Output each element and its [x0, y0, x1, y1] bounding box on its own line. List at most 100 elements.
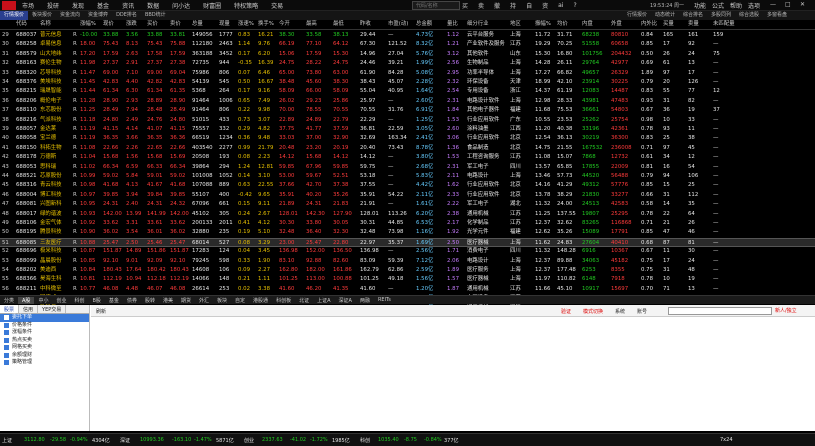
column-header[interactable]: 今开: [279, 20, 305, 29]
tab-credit[interactable]: 信用: [19, 305, 39, 313]
trade-tree-item[interactable]: 委托下单: [0, 314, 89, 322]
trade-tree-item[interactable]: 策略管理: [0, 359, 89, 367]
table-row[interactable]: 42 688178 万德斯 R 11.04 15.68 1.56 15.68 15.69 2050…: [0, 153, 815, 162]
minimize-icon[interactable]: —: [770, 1, 776, 8]
market-tab[interactable]: REITs: [374, 297, 395, 303]
table-row[interactable]: 29 688037 普元信息 R -10.00 33.88 3.56 33.88 33.81 14…: [0, 31, 815, 40]
table-row[interactable]: 36 688206 概伦电子 R 11.28 28.90 2.93 28.89 28.90 914…: [0, 97, 815, 106]
trade-tree-item[interactable]: 网格买卖: [0, 344, 89, 352]
column-header[interactable]: 量比: [447, 20, 465, 29]
table-row[interactable]: 37 688110 东芯股份 R 11.25 28.49 7.94 28.48 28.49 914…: [0, 106, 815, 115]
column-header[interactable]: 涨跌: [126, 20, 146, 29]
rtab-dynamic[interactable]: 动态统计: [655, 11, 675, 20]
trade-tree-item[interactable]: 热点买卖: [0, 337, 89, 345]
market-tab[interactable]: 上证A: [313, 297, 334, 304]
column-header[interactable]: 地区: [510, 20, 532, 29]
table-row[interactable]: 47 688081 兴图新科 R 10.95 24.31 2.40 24.31 24.32 670…: [0, 200, 815, 209]
tab-quote[interactable]: 行情报价: [0, 11, 29, 20]
market-tab[interactable]: 创业: [52, 297, 70, 304]
market-tab[interactable]: 北证: [295, 297, 313, 304]
menu-help[interactable]: 帮助: [730, 1, 742, 10]
rtab-quote[interactable]: 行情报价: [627, 11, 647, 20]
rtab-multi[interactable]: 多股同列: [711, 11, 731, 20]
maximize-icon[interactable]: □: [785, 1, 791, 8]
table-row[interactable]: 31 688579 山大地纬 R 17.20 17.59 2.63 17.58 17.59 363…: [0, 50, 815, 59]
column-header[interactable]: 细分行业: [467, 20, 507, 29]
table-row[interactable]: 34 688376 美埃科技 R 11.45 42.83 4.40 42.82 42.83 541…: [0, 78, 815, 87]
trade-tree-item[interactable]: 价格条件: [0, 322, 89, 330]
account-select[interactable]: [668, 307, 772, 315]
column-header[interactable]: 昨收: [360, 20, 386, 29]
menu-data[interactable]: 数据: [147, 1, 159, 10]
verify-link[interactable]: 验证: [561, 308, 571, 315]
table-row[interactable]: 44 688521 芯原股份 R 10.99 59.02 5.84 59.01 59.02 101…: [0, 172, 815, 181]
table-row[interactable]: 40 688058 宝兰德 R 11.19 36.35 3.66 36.35 36.36 6651…: [0, 134, 815, 143]
market-tab[interactable]: B股: [88, 297, 104, 304]
market-tab[interactable]: 科创板: [272, 297, 295, 304]
column-header[interactable]: 总量: [192, 20, 218, 29]
trade-tree-item[interactable]: 余额理财: [0, 352, 89, 360]
menu-formula[interactable]: 公式: [712, 1, 724, 10]
tab-stock[interactable]: 股票: [0, 305, 20, 313]
table-row[interactable]: 53 688099 晶晨股份 R 10.85 92.10 9.01 92.09 92.10 792…: [0, 257, 815, 266]
column-header[interactable]: 最低: [333, 20, 359, 29]
tab-sector[interactable]: 板块报价: [28, 11, 56, 20]
column-header[interactable]: 卖价: [170, 20, 192, 29]
table-row[interactable]: 35 688215 瑞晟智能 R 11.44 61.34 6.30 61.34 61.35 536…: [0, 87, 815, 96]
column-header[interactable]: 名称: [40, 20, 72, 29]
column-header[interactable]: 内盘: [582, 20, 610, 29]
column-header[interactable]: 现量: [219, 20, 237, 29]
table-row[interactable]: 52 688696 极米科技 R 10.87 151.87 14.89 151.86 151.8…: [0, 247, 815, 256]
table-row[interactable]: 48 688017 绿的谐波 R 10.93 142.00 13.99 141.99 142.0…: [0, 210, 815, 219]
column-header[interactable]: 最高: [306, 20, 332, 29]
menu-wealth[interactable]: 财富圈: [203, 1, 221, 10]
market-tab[interactable]: 股转: [141, 297, 159, 304]
market-tab[interactable]: 深证A: [335, 297, 356, 304]
market-tab[interactable]: 板块: [213, 297, 231, 304]
table-row[interactable]: 38 688216 气派科技 R 11.18 24.80 2.49 24.76 24.80 510…: [0, 116, 815, 125]
table-row[interactable]: 30 688258 卓易信息 R 18.00 75.43 8.13 75.43 75.88 112…: [0, 40, 815, 49]
market-tab[interactable]: 分类: [0, 297, 18, 304]
column-header[interactable]: 现价: [103, 20, 125, 29]
tab-fundgame[interactable]: 资金博弈: [84, 11, 112, 20]
market-tab[interactable]: 自定: [231, 297, 249, 304]
column-header[interactable]: 买价: [147, 20, 169, 29]
market-tab[interactable]: 期货: [177, 297, 195, 304]
column-header[interactable]: 外盘: [611, 20, 639, 29]
table-row[interactable]: 49 688106 金宏气体 R 10.92 33.62 3.31 33.61 33.62 200…: [0, 219, 815, 228]
system-link[interactable]: 系统: [615, 308, 625, 315]
new-user-link[interactable]: 新人/独立: [775, 307, 797, 314]
market-tab[interactable]: 外汇: [195, 297, 213, 304]
menu-trade[interactable]: 交易: [271, 1, 283, 10]
help-icon[interactable]: ?: [573, 2, 576, 9]
column-header[interactable]: 市盈(动): [388, 20, 416, 29]
table-row[interactable]: 50 688195 腾景科技 R 10.90 36.02 3.54 36.01 36.02 328…: [0, 228, 815, 237]
tab-yep[interactable]: YEP交易: [38, 305, 67, 313]
table-row[interactable]: 41 688150 科拓生物 R 11.08 22.66 2.26 22.65 22.66 403…: [0, 144, 815, 153]
table-row[interactable]: 43 688053 思科瑞 R 11.02 66.34 6.59 66.33 66.34 3986…: [0, 163, 815, 172]
trade-tree-item[interactable]: 涨幅条件: [0, 329, 89, 337]
table-row[interactable]: 55 688366 昊海生科 R 10.81 112.19 10.94 112.18 112.1…: [0, 275, 815, 284]
table-row[interactable]: 33 688320 芯导科技 R 11.47 69.00 7.10 69.00 69.04 759…: [0, 69, 815, 78]
tab-dde[interactable]: DDE排名: [112, 11, 141, 20]
column-header[interactable]: 代码: [16, 20, 40, 29]
column-header[interactable]: 内外比: [641, 20, 663, 29]
close-icon[interactable]: ✕: [800, 1, 805, 8]
status-item[interactable]: 7x24: [720, 437, 733, 443]
table-row[interactable]: 56 688211 中科微至 R 10.77 46.08 4.48 46.07 46.08 266…: [0, 285, 815, 294]
market-tab[interactable]: 科创: [70, 297, 88, 304]
column-header[interactable]: 涨速%: [238, 20, 258, 29]
menu-research[interactable]: 投研: [47, 1, 59, 10]
table-row[interactable]: 45 688316 青云科技 R 10.98 41.68 4.13 41.67 41.68 107…: [0, 181, 815, 190]
column-header[interactable]: 涨幅%: [80, 20, 102, 29]
table-row[interactable]: 39 688057 金达莱 R 11.19 41.15 4.14 41.07 41.15 7555…: [0, 125, 815, 134]
rtab-multiwin[interactable]: 多窗看盘: [767, 11, 787, 20]
table-row[interactable]: 32 688163 赛伦生物 R 11.98 27.37 2.91 27.37 27.38 727…: [0, 59, 815, 68]
column-header[interactable]: 均价: [557, 20, 581, 29]
menu-fund[interactable]: 基金: [97, 1, 109, 10]
menu-news[interactable]: 资讯: [122, 1, 134, 10]
sell-quick-button[interactable]: 卖: [478, 1, 484, 10]
rtab-select[interactable]: 综合选股: [739, 11, 759, 20]
market-tab[interactable]: 债券: [123, 297, 141, 304]
column-header[interactable]: 卖量: [688, 20, 712, 29]
